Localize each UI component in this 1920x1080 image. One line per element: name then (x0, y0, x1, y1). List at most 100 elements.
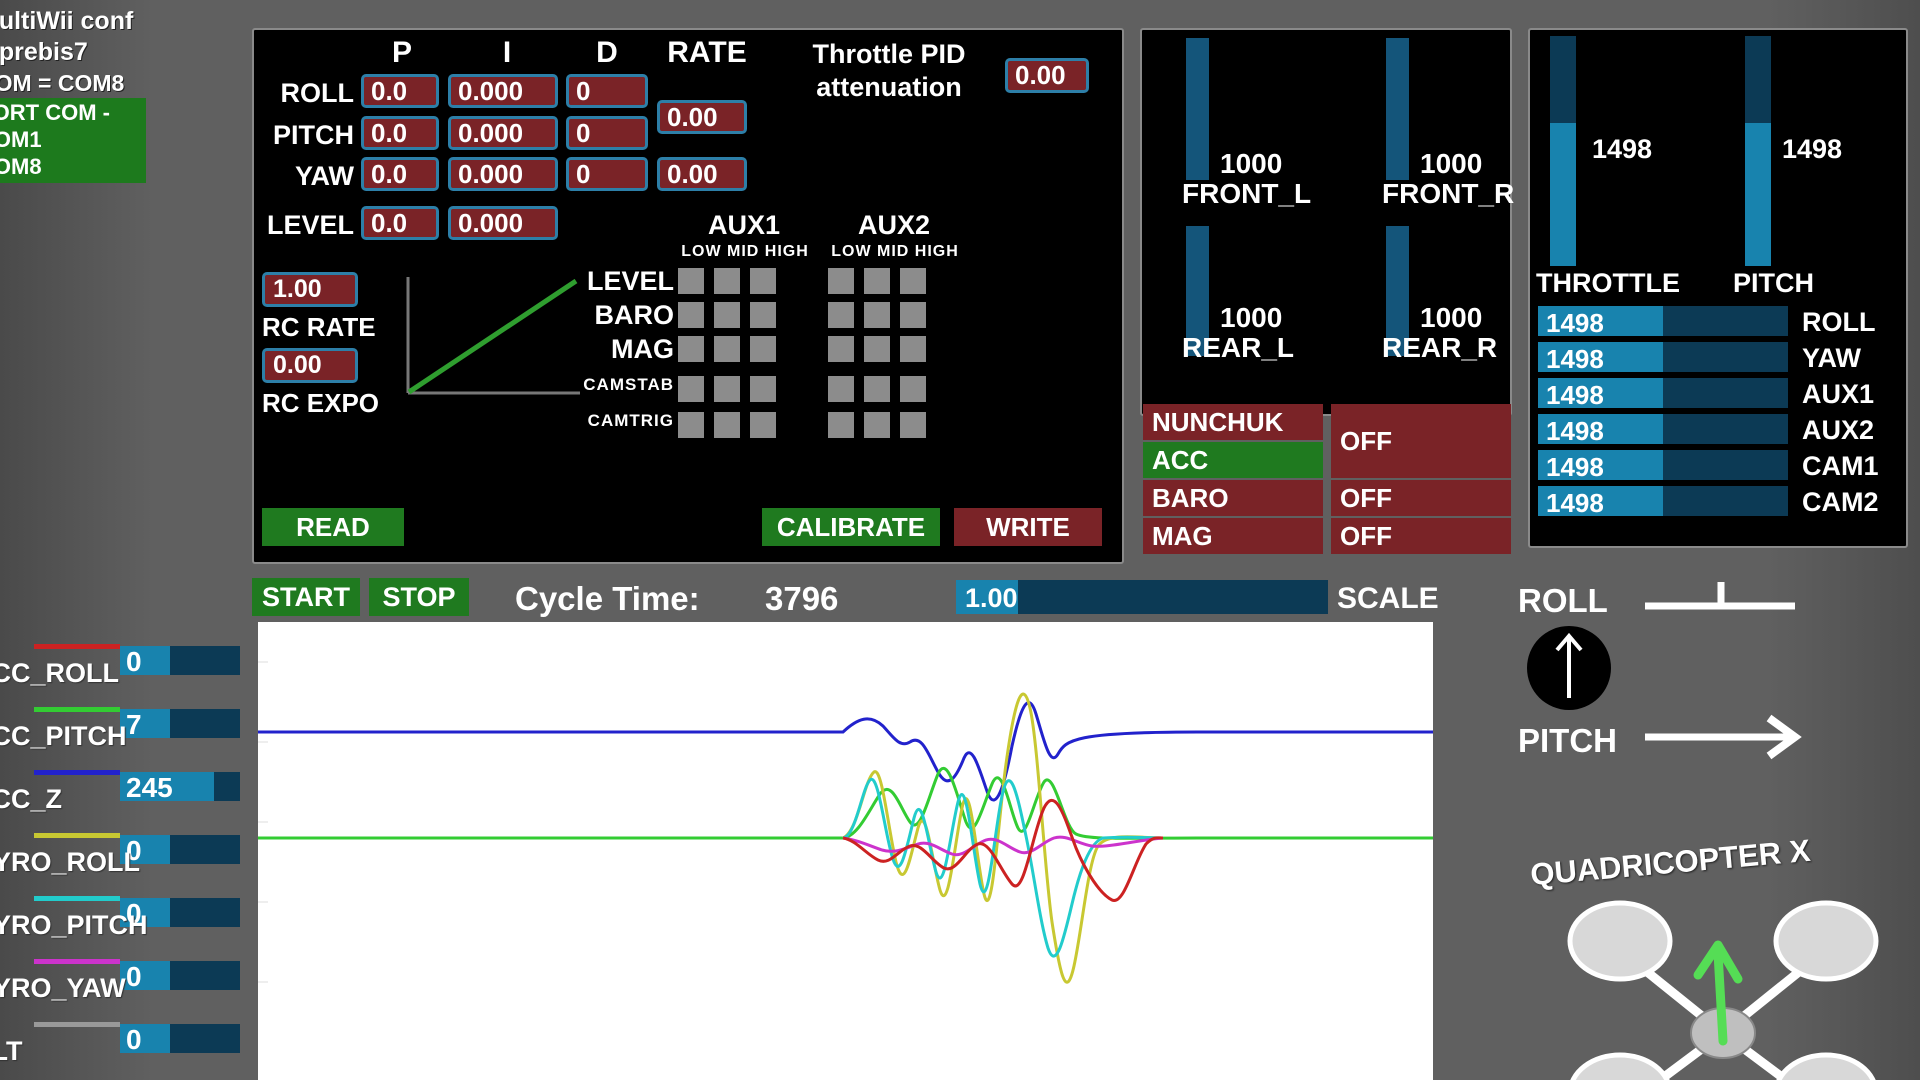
roll-horizon-icon (1643, 576, 1803, 622)
pid-row-label-level: LEVEL (254, 210, 354, 241)
rc-bar-aux2[interactable]: 1498 (1538, 414, 1788, 444)
sensor-state-baro[interactable]: OFF (1331, 480, 1511, 516)
sensor-name-acc[interactable]: ACC (1143, 442, 1323, 478)
pid-yaw-p[interactable]: 0.0 (361, 157, 439, 191)
pid-level-p[interactable]: 0.0 (361, 206, 439, 240)
aux-checkbox-camtrig-aux2-low[interactable] (828, 412, 854, 438)
aux-checkbox-camtrig-aux2-mid[interactable] (864, 412, 890, 438)
aux-checkbox-camtrig-aux2-high[interactable] (900, 412, 926, 438)
aux-checkbox-baro-aux1-mid[interactable] (714, 302, 740, 328)
pid-rate-pitch[interactable]: 0.00 (657, 100, 747, 134)
aux-row-label-baro: BARO (534, 300, 674, 331)
legend-label-acc_z: ACC_Z (0, 784, 62, 815)
graph-scale-slider[interactable]: 1.00 (956, 580, 1328, 614)
aux-checkbox-level-aux2-low[interactable] (828, 268, 854, 294)
aux-checkbox-camstab-aux2-low[interactable] (828, 376, 854, 402)
rc-label-yaw: YAW (1802, 343, 1861, 374)
rc-rate-value[interactable]: 1.00 (262, 272, 358, 307)
aux-checkbox-level-aux2-mid[interactable] (864, 268, 890, 294)
sensor-state-nunchuk-acc[interactable]: OFF (1331, 404, 1511, 478)
sensor-name-nunchuk[interactable]: NUNCHUK (1143, 404, 1323, 440)
legend-row[interactable]: 0GYRO_YAW (0, 955, 244, 1018)
port-option-com1[interactable]: COM1 (0, 126, 146, 153)
read-button[interactable]: READ (262, 508, 404, 546)
port-selector[interactable]: PORT COM - COM1 COM8 (0, 98, 146, 183)
aux-checkbox-camstab-aux2-high[interactable] (900, 376, 926, 402)
motor-value-front-r: 1000 (1420, 148, 1482, 180)
pid-pitch-p[interactable]: 0.0 (361, 116, 439, 150)
aux-checkbox-mag-aux1-high[interactable] (750, 336, 776, 362)
port-option-com8[interactable]: COM8 (0, 153, 146, 180)
rc-label-pitch: PITCH (1733, 268, 1814, 299)
legend-row[interactable]: 0GYRO_PITCH (0, 892, 244, 955)
sensor-graph-canvas[interactable] (258, 622, 1433, 1080)
pid-roll-i[interactable]: 0.000 (448, 74, 558, 108)
aux-checkbox-mag-aux2-low[interactable] (828, 336, 854, 362)
com-status: COM = COM8 (0, 68, 228, 98)
pid-column-rate: RATE (652, 36, 762, 70)
rc-bar-aux1[interactable]: 1498 (1538, 378, 1788, 408)
rc-label-cam2: CAM2 (1802, 487, 1879, 518)
pid-pitch-d[interactable]: 0 (566, 116, 648, 150)
aux2-title: AUX2 (824, 210, 964, 241)
pid-yaw-d[interactable]: 0 (566, 157, 648, 191)
graph-start-button[interactable]: START (252, 578, 360, 616)
aux-checkbox-baro-aux2-low[interactable] (828, 302, 854, 328)
throttle-pid-value[interactable]: 0.00 (1005, 58, 1089, 93)
rc-bar-yaw[interactable]: 1498 (1538, 342, 1788, 372)
graph-stop-button[interactable]: STOP (369, 578, 469, 616)
aux-checkbox-baro-aux1-low[interactable] (678, 302, 704, 328)
aux-checkbox-camstab-aux1-high[interactable] (750, 376, 776, 402)
rc-bar-throttle[interactable] (1550, 36, 1576, 266)
quadricopter-x-diagram (1558, 883, 1888, 1080)
rc-bar-roll[interactable]: 1498 (1538, 306, 1788, 336)
rc-bar-cam1[interactable]: 1498 (1538, 450, 1788, 480)
aux-checkbox-baro-aux2-mid[interactable] (864, 302, 890, 328)
aux-checkbox-camstab-aux2-mid[interactable] (864, 376, 890, 402)
aux-checkbox-mag-aux1-mid[interactable] (714, 336, 740, 362)
rc-label-cam1: CAM1 (1802, 451, 1879, 482)
aux-checkbox-level-aux1-high[interactable] (750, 268, 776, 294)
aux-checkbox-camstab-aux1-mid[interactable] (714, 376, 740, 402)
aux-checkbox-mag-aux2-high[interactable] (900, 336, 926, 362)
pid-settings-panel: P I D RATE ROLL 0.0 0.000 0 PITCH 0.0 0.… (252, 28, 1124, 564)
aux-checkbox-mag-aux1-low[interactable] (678, 336, 704, 362)
rc-value-aux1: 1498 (1546, 380, 1604, 411)
pid-pitch-i[interactable]: 0.000 (448, 116, 558, 150)
aux-checkbox-level-aux1-mid[interactable] (714, 268, 740, 294)
throttle-pid-label-line1: Throttle PID (789, 38, 989, 71)
aux-checkbox-camstab-aux1-low[interactable] (678, 376, 704, 402)
legend-row[interactable]: 0GYRO_ROLL (0, 829, 244, 892)
pid-roll-p[interactable]: 0.0 (361, 74, 439, 108)
aux-checkbox-baro-aux1-high[interactable] (750, 302, 776, 328)
pid-roll-d[interactable]: 0 (566, 74, 648, 108)
pid-level-i[interactable]: 0.000 (448, 206, 558, 240)
aux-checkbox-baro-aux2-high[interactable] (900, 302, 926, 328)
rc-bar-cam2[interactable]: 1498 (1538, 486, 1788, 516)
rc-bar-pitch[interactable] (1745, 36, 1771, 266)
pid-yaw-i[interactable]: 0.000 (448, 157, 558, 191)
aux-checkbox-camtrig-aux1-low[interactable] (678, 412, 704, 438)
pid-row-label-roll: ROLL (254, 78, 354, 109)
aux-checkbox-level-aux2-high[interactable] (900, 268, 926, 294)
legend-row[interactable]: 245ACC_Z (0, 766, 244, 829)
rc-expo-value[interactable]: 0.00 (262, 348, 358, 383)
aux-checkbox-camtrig-aux1-high[interactable] (750, 412, 776, 438)
legend-row[interactable]: 7ACC_PITCH (0, 703, 244, 766)
sensor-name-mag[interactable]: MAG (1143, 518, 1323, 554)
legend-row[interactable]: 0ALT (0, 1018, 244, 1080)
pid-rate-yaw[interactable]: 0.00 (657, 157, 747, 191)
rc-channels-panel: 1498 THROTTLE 1498 PITCH 1498ROLL1498YAW… (1528, 28, 1908, 548)
aux-checkbox-mag-aux2-mid[interactable] (864, 336, 890, 362)
legend-value-acc_pitch: 7 (126, 709, 142, 741)
aux-checkbox-camtrig-aux1-mid[interactable] (714, 412, 740, 438)
calibrate-button[interactable]: CALIBRATE (762, 508, 940, 546)
legend-color-swatch-acc_pitch (34, 707, 120, 712)
write-button[interactable]: WRITE (954, 508, 1102, 546)
aux-row-label-camstab: CAMSTAB (534, 375, 674, 395)
aux-row-label-camtrig: CAMTRIG (534, 411, 674, 431)
legend-row[interactable]: 0ACC_ROLL (0, 640, 244, 703)
sensor-state-mag[interactable]: OFF (1331, 518, 1511, 554)
aux-checkbox-level-aux1-low[interactable] (678, 268, 704, 294)
sensor-name-baro[interactable]: BARO (1143, 480, 1323, 516)
